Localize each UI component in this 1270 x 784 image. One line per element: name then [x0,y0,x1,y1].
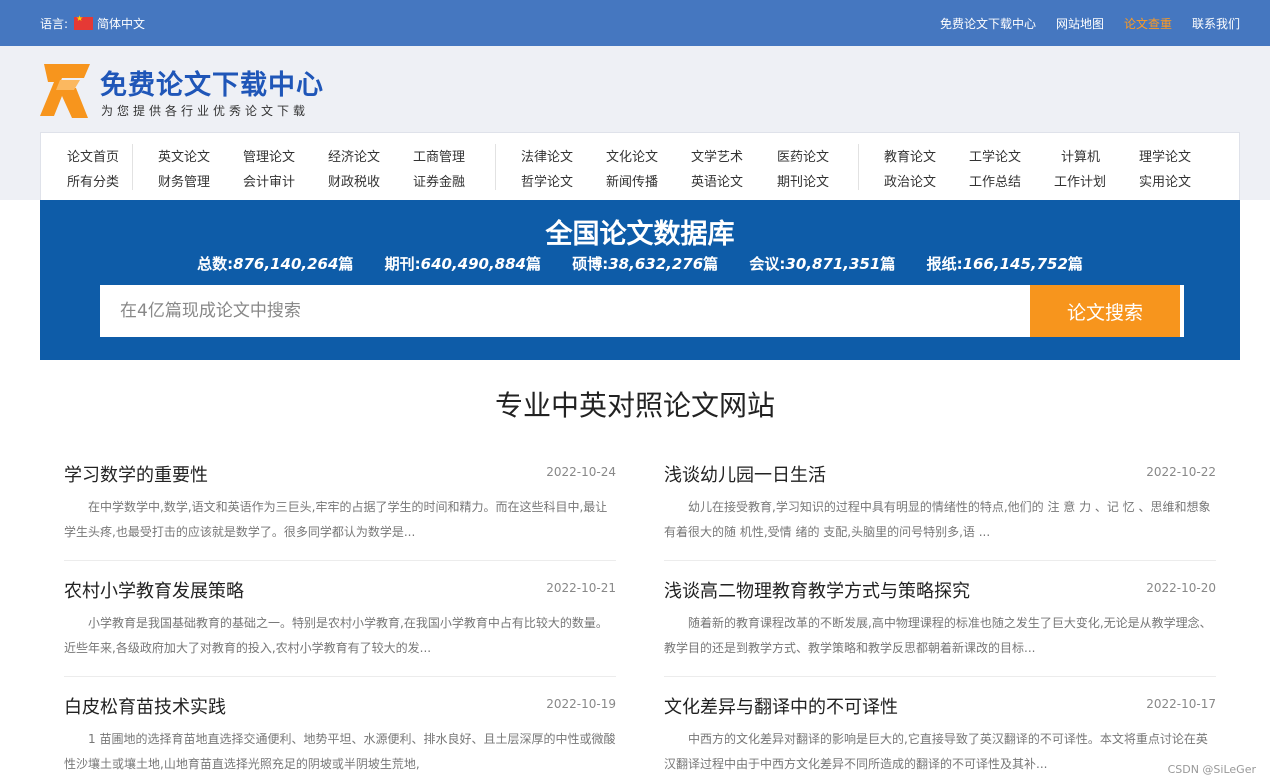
article-divider [64,560,616,561]
top-link-plagiarism-check[interactable]: 论文查重 [1124,15,1172,32]
nav-finance-tax[interactable]: 财政税收 [328,171,380,190]
article-date: 2022-10-20 [1146,581,1216,595]
nav-journal-papers[interactable]: 期刊论文 [777,171,829,190]
nav-computer[interactable]: 计算机 [1061,146,1100,165]
nav-journalism[interactable]: 新闻传播 [606,171,658,190]
article-date: 2022-10-24 [546,465,616,479]
nav-divider [495,144,496,190]
nav-divider [132,144,133,190]
top-link-sitemap[interactable]: 网站地图 [1056,15,1104,32]
stat-total: 总数:876,140,264篇 [197,255,354,273]
nav-english-papers[interactable]: 英文论文 [158,146,210,165]
article-item: 白皮松育苗技术实践 2022-10-19 1 苗圃地的选择育苗地直选择交通便利、… [64,693,616,783]
nav-securities-finance[interactable]: 证券金融 [413,171,465,190]
nav-all-categories[interactable]: 所有分类 [67,171,119,190]
logo-title[interactable]: 免费论文下载中心 [100,63,324,102]
article-item: 农村小学教育发展策略 2022-10-21 小学教育是我国基础教育的基础之一。特… [64,577,616,677]
article-title[interactable]: 文化差异与翻译中的不可译性 [664,693,898,719]
database-title: 全国论文数据库 [545,219,735,250]
nav-engineering-papers[interactable]: 工学论文 [969,146,1021,165]
article-summary: 幼儿在接受教育,学习知识的过程中具有明显的情绪性的特点,他们的 注 意 力 、记… [664,500,1211,539]
stat-conferences: 会议:30,871,351篇 [749,255,896,273]
language-selector[interactable]: 语言: 简体中文 [40,14,145,32]
nav-financial-management[interactable]: 财务管理 [158,171,210,190]
search-button-edge [1180,285,1184,337]
section-title: 专业中英对照论文网站 [494,389,775,422]
nav-economics-papers[interactable]: 经济论文 [328,146,380,165]
china-flag-icon [74,14,94,30]
article-summary: 随着新的教育课程改革的不断发展,高中物理课程的标准也随之发生了巨大变化,无论是从… [664,616,1212,655]
stat-newspapers: 报纸:166,145,752篇 [926,255,1083,273]
top-link-download-center[interactable]: 免费论文下载中心 [940,15,1036,32]
article-divider [664,560,1216,561]
top-bar: 语言: 简体中文 免费论文下载中心 网站地图 论文查重 联系我们 [0,0,1270,46]
article-summary: 小学教育是我国基础教育的基础之一。特别是农村小学教育,在我国小学教育中占有比较大… [64,616,608,655]
nav-english-language-papers[interactable]: 英语论文 [691,171,743,190]
top-links: 免费论文下载中心 网站地图 论文查重 联系我们 [920,15,1240,32]
article-divider [64,676,616,677]
nav-management-papers[interactable]: 管理论文 [243,146,295,165]
logo-subtitle: 为您提供各行业优秀论文下载 [101,104,310,118]
article-title[interactable]: 学习数学的重要性 [64,461,208,487]
article-item: 浅谈高二物理教育教学方式与策略探究 2022-10-20 随着新的教育课程改革的… [664,577,1216,677]
nav-divider [858,144,859,190]
language-label: 语言: [40,17,69,31]
nav-work-plan[interactable]: 工作计划 [1054,171,1106,190]
top-link-contact[interactable]: 联系我们 [1192,15,1240,32]
nav-philosophy-papers[interactable]: 哲学论文 [521,171,573,190]
article-date: 2022-10-19 [546,697,616,711]
article-summary: 1 苗圃地的选择育苗地直选择交通便利、地势平坦、水源便利、排水良好、且土层深厚的… [64,732,616,771]
stat-journals: 期刊:640,490,884篇 [384,255,542,273]
nav-science-papers[interactable]: 理学论文 [1139,146,1191,165]
article-date: 2022-10-21 [546,581,616,595]
article-item: 浅谈幼儿园一日生活 2022-10-22 幼儿在接受教育,学习知识的过程中具有明… [664,461,1216,561]
article-date: 2022-10-17 [1146,697,1216,711]
nav-culture-papers[interactable]: 文化论文 [606,146,658,165]
article-date: 2022-10-22 [1146,465,1216,479]
csdn-watermark: CSDN @SiLeGer [1167,763,1256,776]
search-input[interactable] [100,285,1030,337]
nav-literature-art[interactable]: 文学艺术 [691,146,743,165]
database-search-panel: 全国论文数据库 总数:876,140,264篇 期刊:640,490,884篇 … [40,200,1240,360]
article-item: 学习数学的重要性 2022-10-24 在中学数学中,数学,语文和英语作为三巨头… [64,461,616,561]
logo-mark-icon[interactable] [40,62,92,118]
article-item: 文化差异与翻译中的不可译性 2022-10-17 中西方的文化差异对翻译的影响是… [664,693,1216,783]
stat-theses: 硕博:38,632,276篇 [572,255,719,273]
article-title[interactable]: 浅谈高二物理教育教学方式与策略探究 [664,577,970,603]
nav-home[interactable]: 论文首页 [67,146,119,165]
nav-work-summary[interactable]: 工作总结 [969,171,1021,190]
nav-education-papers[interactable]: 教育论文 [884,146,936,165]
nav-business-admin[interactable]: 工商管理 [413,146,465,165]
article-divider [664,676,1216,677]
database-stats: 总数:876,140,264篇 期刊:640,490,884篇 硕博:38,63… [40,253,1240,274]
article-title[interactable]: 农村小学教育发展策略 [64,577,244,603]
nav-medical-papers[interactable]: 医药论文 [777,146,829,165]
article-summary: 在中学数学中,数学,语文和英语作为三巨头,牢牢的占据了学生的时间和精力。而在这些… [64,500,608,539]
category-nav: 论文首页 所有分类 英文论文 财务管理 管理论文 会计审计 经济论文 财政税收 … [40,132,1240,200]
search-button[interactable]: 论文搜索 [1030,285,1180,337]
nav-practical-papers[interactable]: 实用论文 [1139,171,1191,190]
nav-law-papers[interactable]: 法律论文 [521,146,573,165]
article-summary: 中西方的文化差异对翻译的影响是巨大的,它直接导致了英汉翻译的不可译性。本文将重点… [664,732,1208,771]
article-title[interactable]: 浅谈幼儿园一日生活 [664,461,826,487]
nav-politics-papers[interactable]: 政治论文 [884,171,936,190]
article-title[interactable]: 白皮松育苗技术实践 [64,693,226,719]
language-value[interactable]: 简体中文 [97,15,145,32]
nav-accounting-audit[interactable]: 会计审计 [243,171,295,190]
